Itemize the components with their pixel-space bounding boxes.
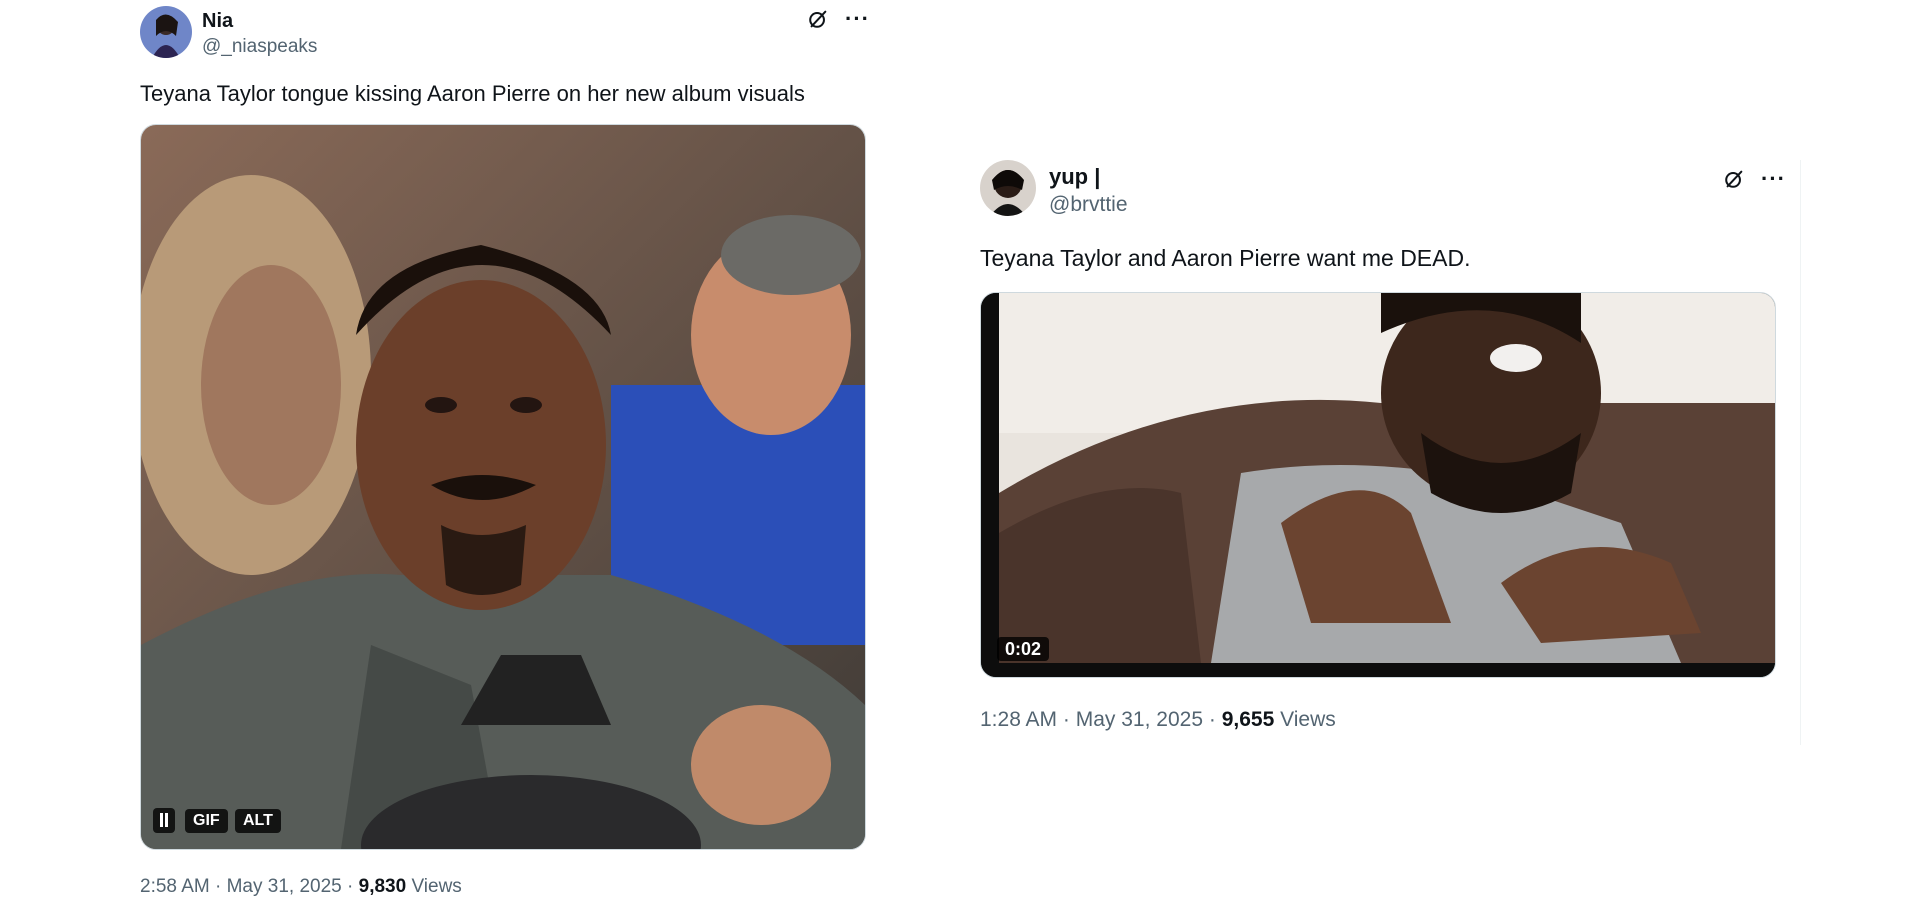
tweet-text: Teyana Taylor and Aaron Pierre want me D… (980, 245, 1471, 271)
tweet-time[interactable]: 2:58 AM (140, 876, 210, 897)
author-handle[interactable]: @brvttie (1049, 193, 1128, 217)
gif-image (141, 125, 865, 849)
header-actions: ··· (1723, 168, 1786, 190)
author-name[interactable]: yup | (1049, 164, 1100, 190)
views-label: Views (1280, 708, 1336, 731)
separator: · (347, 876, 354, 897)
gif-badge: GIF (185, 809, 228, 833)
more-icon[interactable]: ··· (845, 8, 870, 30)
tweet-date[interactable]: May 31, 2025 (1076, 708, 1203, 731)
video-duration: 0:02 (997, 637, 1050, 661)
more-icon[interactable]: ··· (1761, 168, 1786, 190)
tweet-text: Teyana Taylor tongue kissing Aaron Pierr… (140, 81, 805, 106)
tweet-video[interactable]: 0:02 (980, 292, 1776, 678)
divider (1800, 160, 1801, 745)
tweet-header: Nia @_niaspeaks ··· (140, 4, 870, 60)
tweet-meta: 1:28 AM · May 31, 2025 · 9,655 Views (980, 708, 1800, 732)
separator: · (215, 876, 222, 897)
author-handle[interactable]: @_niaspeaks (202, 36, 317, 58)
screenshot-canvas: Nia @_niaspeaks ··· Teyana Taylor tongue… (0, 0, 1920, 900)
grok-icon[interactable] (807, 8, 829, 30)
alt-button[interactable]: ALT (235, 809, 281, 833)
avatar[interactable] (140, 6, 192, 58)
header-actions: ··· (807, 8, 870, 30)
grok-icon[interactable] (1723, 168, 1745, 190)
tweet-date[interactable]: May 31, 2025 (227, 876, 342, 897)
tweet-time[interactable]: 1:28 AM (980, 708, 1057, 731)
video-thumbnail (981, 293, 1775, 677)
views-count: 9,655 (1221, 708, 1275, 731)
separator: · (1208, 708, 1216, 731)
views-label: Views (411, 876, 462, 897)
avatar[interactable] (980, 160, 1036, 216)
pause-button[interactable] (153, 808, 175, 833)
views-count: 9,830 (358, 876, 407, 897)
pause-icon (159, 813, 169, 827)
tweet-2[interactable]: yup | @brvttie ··· Teyana Taylor and Aar… (980, 160, 1800, 732)
tweet-header: yup | @brvttie ··· (980, 160, 1800, 216)
author-name[interactable]: Nia (202, 10, 233, 33)
tweet-1[interactable]: Nia @_niaspeaks ··· Teyana Taylor tongue… (140, 4, 870, 898)
tweet-gif[interactable]: GIF ALT (140, 124, 866, 850)
tweet-meta: 2:58 AM · May 31, 2025 · 9,830 Views (140, 876, 870, 898)
separator: · (1062, 708, 1070, 731)
